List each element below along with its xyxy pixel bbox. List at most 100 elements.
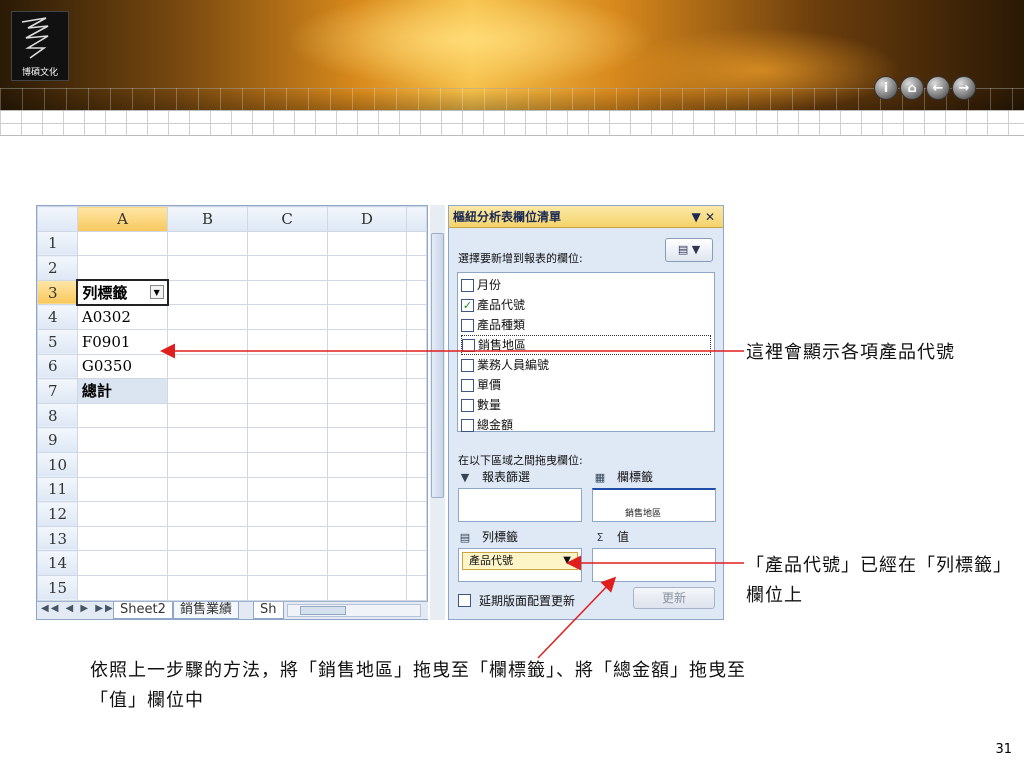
tab-nav-arrows-icon[interactable]: ◀◀ ◀ ▶ ▶▶: [41, 603, 115, 614]
cell[interactable]: [246, 550, 328, 576]
cell[interactable]: [406, 476, 427, 503]
field-item[interactable]: ✓ 產品代號: [461, 295, 711, 315]
checkbox-icon[interactable]: [461, 398, 474, 412]
field-item[interactable]: 銷售地區: [461, 335, 711, 355]
cell[interactable]: [167, 279, 248, 306]
cell[interactable]: [76, 230, 169, 257]
row-header[interactable]: 9: [37, 427, 78, 453]
cell[interactable]: [406, 525, 427, 552]
cell[interactable]: [167, 574, 248, 601]
cell[interactable]: [406, 427, 427, 453]
cell[interactable]: [406, 255, 427, 281]
cell[interactable]: [167, 550, 248, 576]
home-icon[interactable]: ⌂: [900, 76, 924, 100]
layout-options-button[interactable]: ▤ ▼: [665, 238, 713, 262]
cell[interactable]: [326, 402, 408, 429]
cell[interactable]: [246, 255, 328, 281]
cell[interactable]: [76, 574, 169, 601]
select-all-corner[interactable]: [37, 206, 78, 232]
row-header[interactable]: 1: [37, 230, 78, 257]
column-header-b[interactable]: B: [167, 206, 248, 232]
update-button[interactable]: 更新: [633, 587, 715, 609]
cell[interactable]: [406, 402, 427, 429]
cell[interactable]: [246, 328, 328, 355]
checkbox-icon[interactable]: [461, 358, 474, 372]
row-header[interactable]: 2: [37, 255, 78, 281]
chevron-down-icon[interactable]: ▼: [563, 553, 571, 569]
cell[interactable]: [167, 427, 248, 453]
column-header-c[interactable]: C: [246, 206, 328, 232]
cell[interactable]: [406, 304, 427, 330]
row-header[interactable]: 15: [37, 574, 78, 601]
row-header[interactable]: 14: [37, 550, 78, 576]
field-item[interactable]: 業務人員編號: [461, 355, 711, 375]
cell[interactable]: [326, 255, 408, 281]
cell[interactable]: [246, 476, 328, 503]
cell[interactable]: [406, 550, 427, 576]
cell[interactable]: [167, 304, 248, 330]
cell[interactable]: [246, 230, 328, 257]
forward-arrow-icon[interactable]: →: [952, 76, 976, 100]
cell[interactable]: [167, 525, 248, 552]
cell-row-labels-header[interactable]: 列標籤 ▼: [76, 279, 169, 306]
row-labels-drop-zone[interactable]: 產品代號 ▼: [458, 548, 582, 582]
cell[interactable]: [326, 525, 408, 552]
cell[interactable]: [167, 476, 248, 503]
cell[interactable]: [76, 501, 169, 527]
cell-grand-total[interactable]: 總計: [76, 378, 169, 404]
field-item[interactable]: 總金額: [461, 415, 711, 435]
checkbox-icon[interactable]: [461, 418, 474, 432]
cell[interactable]: [246, 574, 328, 601]
cell[interactable]: [326, 328, 408, 355]
row-header[interactable]: 13: [37, 525, 78, 552]
sheet-vertical-scrollbar[interactable]: [430, 205, 445, 620]
cell[interactable]: [406, 328, 427, 355]
cell[interactable]: [246, 451, 328, 478]
checkbox-icon[interactable]: [462, 338, 475, 352]
row-header[interactable]: 5: [37, 328, 78, 355]
cell[interactable]: [246, 279, 328, 306]
row-header[interactable]: 3: [37, 279, 78, 306]
cell[interactable]: [167, 402, 248, 429]
cell[interactable]: [326, 304, 408, 330]
field-item[interactable]: 產品種類: [461, 315, 711, 335]
row-header[interactable]: 12: [37, 501, 78, 527]
cell[interactable]: [76, 451, 169, 478]
tab-sales[interactable]: 銷售業績: [173, 602, 240, 619]
cell[interactable]: [76, 476, 169, 503]
cell[interactable]: [326, 476, 408, 503]
row-field-chip[interactable]: 產品代號 ▼: [462, 552, 578, 570]
cell[interactable]: [406, 378, 427, 404]
cell[interactable]: [326, 353, 408, 380]
cell[interactable]: [76, 427, 169, 453]
checkbox-icon[interactable]: [461, 378, 474, 392]
cell[interactable]: [76, 525, 169, 552]
column-header-a[interactable]: A: [76, 206, 169, 232]
cell[interactable]: [76, 402, 169, 429]
tab-sh[interactable]: Sh: [253, 602, 284, 619]
cell[interactable]: [326, 279, 408, 306]
values-drop-zone[interactable]: [592, 548, 716, 582]
field-item[interactable]: 單價: [461, 375, 711, 395]
cell[interactable]: [326, 451, 408, 478]
field-item[interactable]: 月份: [461, 275, 711, 295]
row-header[interactable]: 4: [37, 304, 78, 330]
cell[interactable]: [406, 574, 427, 601]
checkbox-checked-icon[interactable]: ✓: [461, 298, 474, 312]
cell[interactable]: [326, 574, 408, 601]
cell[interactable]: [406, 501, 427, 527]
cell[interactable]: [167, 353, 248, 380]
checkbox-icon[interactable]: [461, 278, 474, 292]
cell[interactable]: [76, 550, 169, 576]
defer-layout-update[interactable]: 延期版面配置更新: [458, 592, 575, 609]
cell[interactable]: [246, 378, 328, 404]
field-item[interactable]: 數量: [461, 395, 711, 415]
row-header[interactable]: 6: [37, 353, 78, 380]
cell[interactable]: [326, 230, 408, 257]
cell[interactable]: [76, 255, 169, 281]
cell[interactable]: [246, 402, 328, 429]
cell[interactable]: [167, 501, 248, 527]
checkbox-icon[interactable]: [458, 594, 471, 607]
cell[interactable]: [326, 427, 408, 453]
column-labels-drop-zone[interactable]: 銷售地區: [592, 488, 716, 522]
